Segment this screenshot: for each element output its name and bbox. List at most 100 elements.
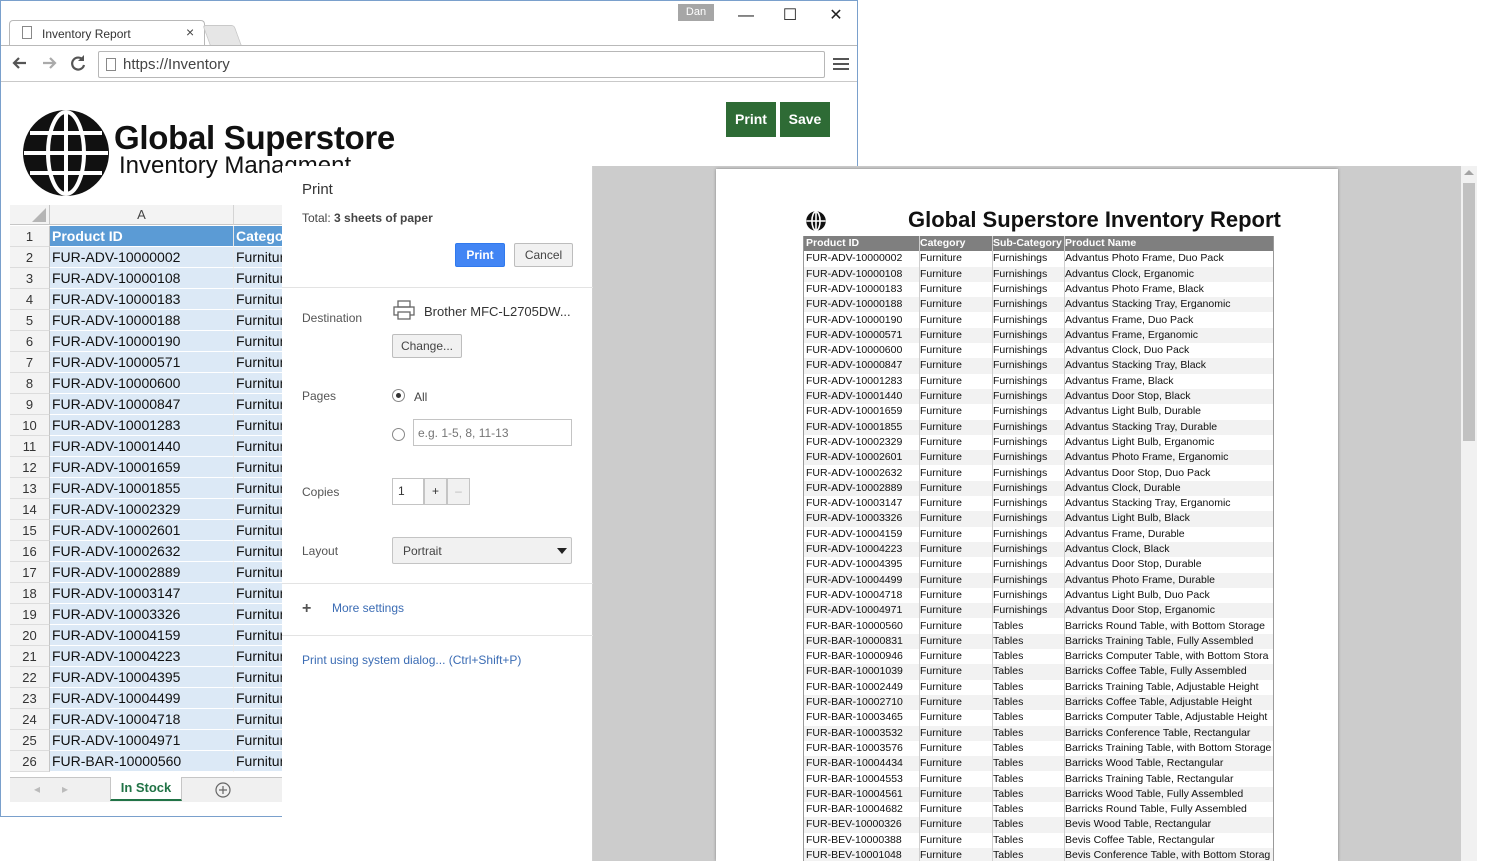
row-header[interactable]: 8 — [10, 373, 50, 394]
row-header[interactable]: 22 — [10, 667, 50, 688]
column-header-a[interactable]: A — [50, 205, 234, 225]
cell-product-id[interactable]: FUR-ADV-10004971 — [50, 730, 234, 751]
header-cell-category[interactable]: Category — [234, 226, 282, 247]
cell-product-id[interactable]: FUR-ADV-10002329 — [50, 499, 234, 520]
save-button[interactable]: Save — [780, 102, 830, 137]
cell-category[interactable]: Furniture — [234, 625, 282, 646]
header-cell-product-id[interactable]: Product ID — [50, 226, 234, 247]
row-header[interactable]: 7 — [10, 352, 50, 373]
cell-product-id[interactable]: FUR-ADV-10001440 — [50, 436, 234, 457]
copies-increment-button[interactable]: + — [424, 478, 447, 505]
print-button[interactable]: Print — [726, 102, 776, 137]
cell-product-id[interactable]: FUR-ADV-10000108 — [50, 268, 234, 289]
new-tab-button[interactable] — [202, 25, 242, 45]
minimize-icon[interactable]: — — [736, 6, 756, 26]
cell-product-id[interactable]: FUR-ADV-10004159 — [50, 625, 234, 646]
row-header[interactable]: 3 — [10, 268, 50, 289]
copies-decrement-button[interactable]: – — [447, 478, 470, 505]
preview-scroll-thumb[interactable] — [1463, 183, 1475, 441]
reload-icon[interactable] — [67, 52, 89, 74]
cell-category[interactable]: Furniture — [234, 751, 282, 772]
cell-product-id[interactable]: FUR-ADV-10000002 — [50, 247, 234, 268]
row-header[interactable]: 9 — [10, 394, 50, 415]
cell-product-id[interactable]: FUR-ADV-10001283 — [50, 415, 234, 436]
cell-product-id[interactable]: FUR-ADV-10004499 — [50, 688, 234, 709]
row-header[interactable]: 26 — [10, 751, 50, 772]
change-destination-button[interactable]: Change... — [392, 334, 462, 358]
cell-category[interactable]: Furniture — [234, 331, 282, 352]
forward-arrow-icon[interactable] — [38, 52, 60, 74]
row-header[interactable]: 13 — [10, 478, 50, 499]
cell-category[interactable]: Furniture — [234, 478, 282, 499]
cell-product-id[interactable]: FUR-ADV-10004718 — [50, 709, 234, 730]
cell-product-id[interactable]: FUR-ADV-10004395 — [50, 667, 234, 688]
cell-product-id[interactable]: FUR-ADV-10003147 — [50, 583, 234, 604]
cell-product-id[interactable]: FUR-ADV-10001855 — [50, 478, 234, 499]
cell-category[interactable]: Furniture — [234, 709, 282, 730]
layout-select[interactable]: Portrait — [392, 537, 572, 564]
menu-icon[interactable] — [833, 55, 849, 73]
cell-category[interactable]: Furniture — [234, 310, 282, 331]
user-badge[interactable]: Dan — [678, 4, 714, 21]
pages-range-input[interactable] — [413, 419, 572, 446]
cell-product-id[interactable]: FUR-ADV-10002889 — [50, 562, 234, 583]
cell-category[interactable]: Furniture — [234, 415, 282, 436]
sheet-tab-in-stock[interactable]: In Stock — [110, 777, 182, 801]
cell-category[interactable]: Furniture — [234, 730, 282, 751]
row-header[interactable]: 17 — [10, 562, 50, 583]
cell-product-id[interactable]: FUR-ADV-10000600 — [50, 373, 234, 394]
cell-category[interactable]: Furniture — [234, 457, 282, 478]
maximize-icon[interactable]: ☐ — [780, 6, 800, 26]
cell-product-id[interactable]: FUR-ADV-10000847 — [50, 394, 234, 415]
cell-category[interactable]: Furniture — [234, 604, 282, 625]
tab-close-icon[interactable]: × — [186, 24, 194, 40]
cell-product-id[interactable]: FUR-ADV-10003326 — [50, 604, 234, 625]
cell-category[interactable]: Furniture — [234, 688, 282, 709]
cell-product-id[interactable]: FUR-ADV-10000188 — [50, 310, 234, 331]
cell-product-id[interactable]: FUR-ADV-10000571 — [50, 352, 234, 373]
cell-category[interactable]: Furniture — [234, 373, 282, 394]
cell-product-id[interactable]: FUR-ADV-10001659 — [50, 457, 234, 478]
plus-icon[interactable]: + — [302, 600, 311, 618]
row-header[interactable]: 19 — [10, 604, 50, 625]
cell-category[interactable]: Furniture — [234, 394, 282, 415]
pages-custom-radio[interactable] — [392, 428, 405, 441]
cell-category[interactable]: Furniture — [234, 352, 282, 373]
cell-category[interactable]: Furniture — [234, 583, 282, 604]
row-header[interactable]: 11 — [10, 436, 50, 457]
row-header[interactable]: 1 — [10, 226, 50, 247]
cell-product-id[interactable]: FUR-ADV-10000183 — [50, 289, 234, 310]
row-header[interactable]: 25 — [10, 730, 50, 751]
cell-category[interactable]: Furniture — [234, 436, 282, 457]
dialog-print-button[interactable]: Print — [455, 243, 505, 267]
add-sheet-icon[interactable] — [214, 781, 232, 804]
select-all-corner[interactable] — [10, 205, 50, 225]
cell-product-id[interactable]: FUR-ADV-10004223 — [50, 646, 234, 667]
row-header[interactable]: 12 — [10, 457, 50, 478]
cell-category[interactable]: Furniture — [234, 667, 282, 688]
row-header[interactable]: 16 — [10, 541, 50, 562]
more-settings-link[interactable]: More settings — [332, 601, 404, 615]
cell-product-id[interactable]: FUR-BAR-10000560 — [50, 751, 234, 772]
cell-category[interactable]: Furniture — [234, 499, 282, 520]
cell-category[interactable]: Furniture — [234, 646, 282, 667]
pages-all-radio[interactable] — [392, 389, 405, 402]
back-arrow-icon[interactable] — [9, 52, 31, 74]
cell-category[interactable]: Furniture — [234, 562, 282, 583]
cell-category[interactable]: Furniture — [234, 541, 282, 562]
cell-category[interactable]: Furniture — [234, 268, 282, 289]
row-header[interactable]: 24 — [10, 709, 50, 730]
row-header[interactable]: 21 — [10, 646, 50, 667]
cell-product-id[interactable]: FUR-ADV-10002601 — [50, 520, 234, 541]
cell-category[interactable]: Furniture — [234, 247, 282, 268]
row-header[interactable]: 2 — [10, 247, 50, 268]
row-header[interactable]: 14 — [10, 499, 50, 520]
system-dialog-link[interactable]: Print using system dialog... (Ctrl+Shift… — [302, 653, 521, 667]
next-sheet-icon[interactable]: ▸ — [62, 782, 68, 796]
dialog-cancel-button[interactable]: Cancel — [514, 243, 573, 267]
copies-input[interactable]: 1 — [392, 478, 424, 505]
row-header[interactable]: 15 — [10, 520, 50, 541]
browser-tab[interactable]: Inventory Report × — [9, 20, 205, 46]
row-header[interactable]: 4 — [10, 289, 50, 310]
address-bar[interactable]: https://Inventory — [98, 51, 825, 78]
